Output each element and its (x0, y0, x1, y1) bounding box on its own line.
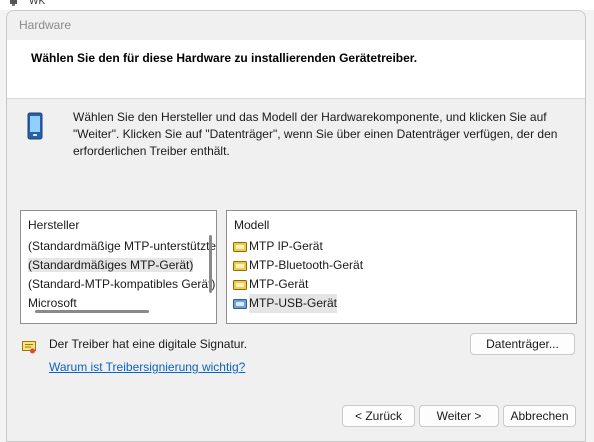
info-text: Wählen Sie den Hersteller und das Modell… (73, 109, 573, 160)
background-window: WK (0, 0, 594, 10)
have-disk-button[interactable]: Datenträger... (470, 333, 575, 355)
background-window-text: WK (29, 0, 46, 7)
dialog-title: Hardware (7, 11, 585, 40)
info-line: Wählen Sie den Hersteller und das Modell… (73, 110, 547, 124)
model-header: Modell (234, 218, 270, 232)
certificate-icon (22, 341, 36, 354)
device-icon (27, 112, 43, 140)
list-item[interactable]: MTP-USB-Gerät (227, 294, 576, 313)
header-panel: Wählen Sie den für diese Hardware zu ins… (7, 40, 585, 99)
list-item[interactable]: MTP-Bluetooth-Gerät (227, 256, 576, 275)
signature-text: Der Treiber hat eine digitale Signatur. (49, 337, 248, 351)
list-item[interactable]: MTP IP-Gerät (227, 237, 576, 256)
signature-info-link[interactable]: Warum ist Treibersignierung wichtig? (49, 360, 245, 374)
cancel-button[interactable]: Abbrechen (503, 405, 576, 427)
list-item[interactable]: MTP-Gerät (227, 275, 576, 294)
usb-driver-icon (233, 298, 247, 309)
next-button[interactable]: Weiter > (419, 405, 499, 427)
driver-icon (233, 279, 247, 290)
manufacturer-header: Hersteller (28, 218, 80, 232)
manufacturer-list[interactable]: Hersteller (Standardmäßige MTP-unterstüt… (20, 210, 217, 324)
info-line: erforderlichen Treiber enthält. (73, 144, 230, 158)
back-button[interactable]: < Zurück (342, 405, 415, 427)
hardware-dialog: Hardware Wählen Sie den für diese Hardwa… (6, 10, 586, 442)
info-line: "Weiter". Klicken Sie auf "Datenträger",… (73, 127, 558, 141)
horizontal-scrollbar[interactable] (35, 310, 149, 313)
list-item[interactable]: (Standardmäßiges MTP-Gerät) (21, 256, 216, 275)
list-item[interactable]: (Standardmäßige MTP-unterstützte Geräte) (21, 237, 216, 256)
driver-icon (233, 260, 247, 271)
model-list[interactable]: Modell MTP IP-Gerät MTP-Bluetooth-Gerät … (226, 210, 577, 324)
vertical-scrollbar[interactable] (209, 235, 212, 293)
header-title: Wählen Sie den für diese Hardware zu ins… (31, 51, 418, 65)
list-item[interactable]: (Standard-MTP-kompatibles Gerät) (21, 275, 216, 294)
computer-icon (10, 0, 17, 6)
driver-icon (233, 241, 247, 252)
